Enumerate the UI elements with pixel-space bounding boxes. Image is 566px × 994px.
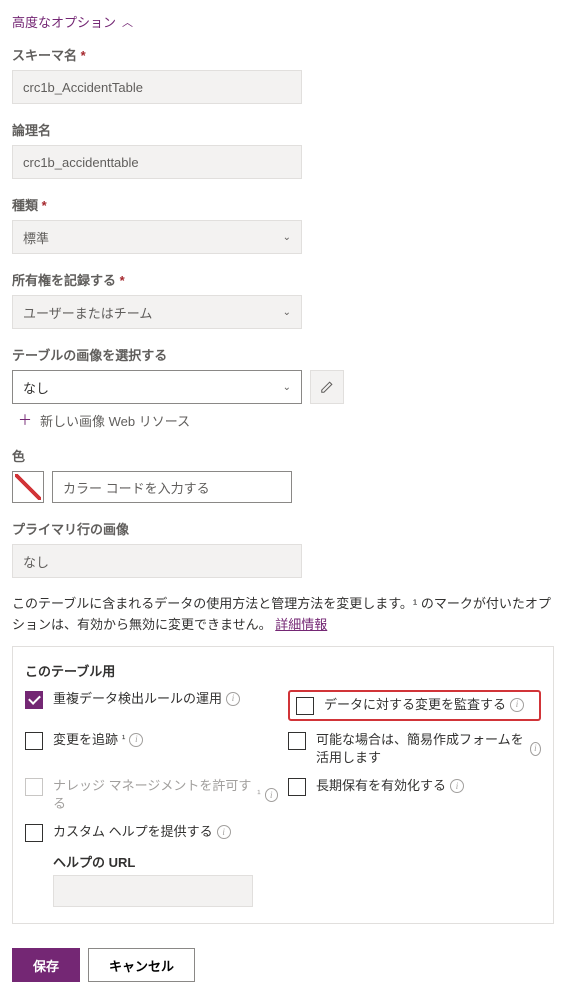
info-icon[interactable]: i bbox=[217, 825, 231, 839]
checkbox-knowledge: ナレッジ マネージメントを許可する ¹ i bbox=[25, 777, 278, 813]
kind-select[interactable]: 標準 ⌄ bbox=[12, 220, 302, 254]
info-icon[interactable]: i bbox=[226, 692, 240, 706]
chevron-down-icon: ⌄ bbox=[283, 382, 291, 393]
primary-image-value: なし bbox=[23, 552, 49, 571]
checkbox-box bbox=[288, 732, 306, 750]
color-label: 色 bbox=[12, 446, 554, 465]
primary-image-label: プライマリ行の画像 bbox=[12, 519, 554, 538]
checkbox-label: カスタム ヘルプを提供する bbox=[53, 823, 213, 841]
schema-name-value: crc1b_AccidentTable bbox=[23, 80, 143, 95]
checkbox-audit[interactable]: データに対する変更を監査する i bbox=[290, 696, 524, 715]
checkbox-box bbox=[296, 697, 314, 715]
checkbox-box bbox=[25, 778, 43, 796]
plus-icon: ＋ bbox=[18, 410, 32, 430]
ownership-value: ユーザーまたはチーム bbox=[23, 303, 152, 322]
cancel-button[interactable]: キャンセル bbox=[88, 948, 195, 982]
kind-label: 種類 bbox=[12, 195, 554, 214]
checkbox-label: データに対する変更を監査する bbox=[324, 696, 506, 714]
image-label: テーブルの画像を選択する bbox=[12, 345, 554, 364]
info-icon[interactable]: i bbox=[450, 779, 464, 793]
advanced-options-label: 高度なオプション bbox=[12, 12, 116, 31]
chevron-up-icon: ︿ bbox=[122, 14, 133, 30]
checkbox-quick[interactable]: 可能な場合は、簡易作成フォームを活用します i bbox=[288, 731, 541, 767]
logical-name-label: 論理名 bbox=[12, 120, 554, 139]
checkbox-track[interactable]: 変更を追跡 ¹ i bbox=[25, 731, 278, 767]
cancel-label: キャンセル bbox=[109, 956, 174, 975]
help-url-input[interactable] bbox=[53, 875, 253, 907]
schema-name-input[interactable]: crc1b_AccidentTable bbox=[12, 70, 302, 104]
checkbox-box bbox=[25, 691, 43, 709]
checkbox-box bbox=[25, 732, 43, 750]
ownership-label: 所有権を記録する bbox=[12, 270, 554, 289]
advanced-options-toggle[interactable]: 高度なオプション ︿ bbox=[12, 12, 554, 31]
checkbox-retain[interactable]: 長期保有を有効化する i bbox=[288, 777, 541, 813]
chevron-down-icon: ⌄ bbox=[283, 307, 291, 318]
info-icon[interactable]: i bbox=[129, 733, 143, 747]
checkbox-box bbox=[25, 824, 43, 842]
logical-name-value: crc1b_accidenttable bbox=[23, 155, 139, 170]
save-label: 保存 bbox=[33, 956, 59, 975]
checkbox-label: 重複データ検出ルールの運用 bbox=[53, 690, 222, 708]
pencil-icon bbox=[320, 380, 334, 394]
info-icon[interactable]: i bbox=[510, 698, 524, 712]
options-note: このテーブルに含まれるデータの使用方法と管理方法を変更します。¹ のマークが付い… bbox=[12, 594, 554, 636]
color-placeholder: カラー コードを入力する bbox=[63, 478, 210, 497]
color-swatch[interactable] bbox=[12, 471, 44, 503]
add-image-label: 新しい画像 Web リソース bbox=[40, 411, 190, 430]
checkbox-audit-highlight: データに対する変更を監査する i bbox=[288, 690, 541, 721]
save-button[interactable]: 保存 bbox=[12, 948, 80, 982]
panel-title: このテーブル用 bbox=[25, 661, 541, 680]
image-select[interactable]: なし ⌄ bbox=[12, 370, 302, 404]
add-image-resource[interactable]: ＋ 新しい画像 Web リソース bbox=[12, 410, 554, 430]
edit-image-button[interactable] bbox=[310, 370, 344, 404]
ownership-select[interactable]: ユーザーまたはチーム ⌄ bbox=[12, 295, 302, 329]
logical-name-input[interactable]: crc1b_accidenttable bbox=[12, 145, 302, 179]
checkbox-help[interactable]: カスタム ヘルプを提供する i bbox=[25, 823, 278, 842]
image-value: なし bbox=[23, 378, 49, 397]
checkbox-box bbox=[288, 778, 306, 796]
kind-value: 標準 bbox=[23, 228, 49, 247]
checkbox-label: 変更を追跡 bbox=[53, 731, 118, 749]
table-options-panel: このテーブル用 重複データ検出ルールの運用 i データに対する変更を監査する i bbox=[12, 646, 554, 925]
color-code-input[interactable]: カラー コードを入力する bbox=[52, 471, 292, 503]
checkbox-label: 長期保有を有効化する bbox=[316, 777, 446, 795]
details-link[interactable]: 詳細情報 bbox=[275, 617, 327, 632]
chevron-down-icon: ⌄ bbox=[283, 232, 291, 243]
help-url-label: ヘルプの URL bbox=[53, 852, 541, 871]
checkbox-dedupe[interactable]: 重複データ検出ルールの運用 i bbox=[25, 690, 278, 721]
info-icon[interactable]: i bbox=[265, 788, 278, 802]
footnote-marker: ¹ bbox=[122, 733, 125, 747]
primary-image-input[interactable]: なし bbox=[12, 544, 302, 578]
checkbox-label: ナレッジ マネージメントを許可する bbox=[53, 777, 253, 813]
info-icon[interactable]: i bbox=[530, 742, 541, 756]
checkbox-label: 可能な場合は、簡易作成フォームを活用します bbox=[316, 731, 526, 767]
schema-name-label: スキーマ名 bbox=[12, 45, 554, 64]
footnote-marker: ¹ bbox=[257, 788, 260, 802]
